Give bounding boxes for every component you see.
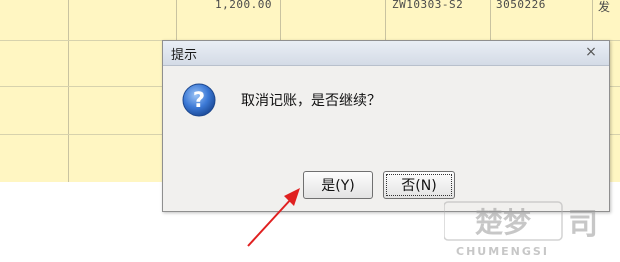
watermark-logo-text: 楚梦	[475, 206, 532, 239]
svg-text:司: 司	[568, 207, 598, 242]
watermark-brand: CHUMENGSI	[456, 245, 549, 258]
watermark-logo: 楚梦 司 CHUMENGSI	[444, 201, 598, 258]
